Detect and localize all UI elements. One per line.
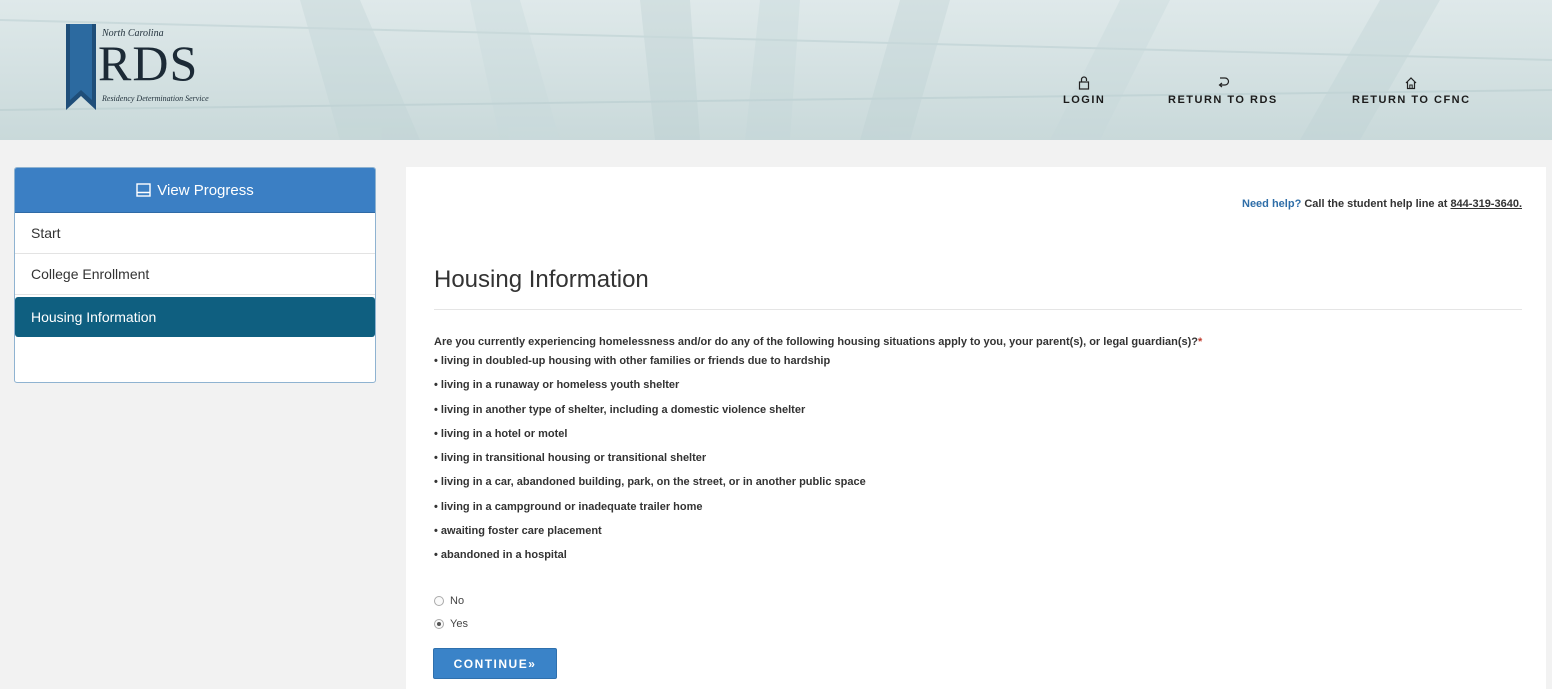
list-item: living in a hotel or motel xyxy=(434,428,866,453)
login-label: LOGIN xyxy=(1063,94,1106,106)
radio-option-no[interactable]: No xyxy=(434,595,464,607)
list-item: living in a campground or inadequate tra… xyxy=(434,501,866,526)
radio-no-label: No xyxy=(450,595,465,607)
lock-icon xyxy=(1079,76,1090,90)
sidebar-item-label: Start xyxy=(31,225,61,241)
sidebar-item-start[interactable]: Start xyxy=(15,213,375,254)
progress-sidebar: View Progress Start College Enrollment H… xyxy=(14,167,376,383)
page-title: Housing Information xyxy=(434,266,649,293)
need-help-link[interactable]: Need help? xyxy=(1242,198,1301,210)
list-item: awaiting foster care placement xyxy=(434,526,866,550)
list-item: living in transitional housing or transi… xyxy=(434,453,866,477)
radio-option-yes[interactable]: Yes xyxy=(434,618,468,630)
situation-list: living in doubled-up housing with other … xyxy=(434,355,866,575)
sidebar-item-label: College Enrollment xyxy=(31,266,150,282)
site-header: North Carolina RDS Residency Determinati… xyxy=(0,0,1552,140)
housing-question: Are you currently experiencing homelessn… xyxy=(434,336,1202,348)
return-arrow-icon xyxy=(1218,77,1229,88)
home-icon xyxy=(1405,77,1417,90)
view-progress-label: View Progress xyxy=(157,181,254,199)
double-chevron-right-icon: » xyxy=(528,656,537,671)
help-text: Call the student help line at xyxy=(1301,198,1451,210)
continue-button[interactable]: CONTINUE» xyxy=(433,648,557,679)
logo-subtitle: Residency Determination Service xyxy=(102,94,209,103)
list-item: living in doubled-up housing with other … xyxy=(434,355,866,380)
sidebar-item-label: Housing Information xyxy=(31,309,157,325)
radio-yes-label: Yes xyxy=(450,618,468,630)
return-to-rds-label: RETURN TO RDS xyxy=(1168,94,1278,106)
view-progress-header[interactable]: View Progress xyxy=(15,168,375,213)
help-phone-link[interactable]: 844-319-3640. xyxy=(1450,198,1522,210)
sidebar-item-college-enrollment[interactable]: College Enrollment xyxy=(15,254,375,295)
radio-no[interactable] xyxy=(434,596,444,606)
logo-title: RDS xyxy=(98,35,199,91)
radio-yes[interactable] xyxy=(434,619,444,629)
progress-icon xyxy=(136,183,151,197)
list-item: living in a runaway or homeless youth sh… xyxy=(434,380,866,404)
login-link[interactable]: LOGIN xyxy=(1063,76,1105,106)
continue-label: CONTINUE xyxy=(453,656,529,671)
return-to-cfnc-link[interactable]: RETURN TO CFNC xyxy=(1352,76,1471,106)
list-item: living in another type of shelter, inclu… xyxy=(434,404,866,429)
main-panel: Need help? Call the student help line at… xyxy=(406,167,1546,689)
required-marker: * xyxy=(1198,336,1203,348)
help-line: Need help? Call the student help line at… xyxy=(1242,198,1522,210)
rds-logo[interactable]: North Carolina RDS Residency Determinati… xyxy=(62,22,252,112)
return-to-rds-link[interactable]: RETURN TO RDS xyxy=(1168,76,1278,106)
list-item: living in a car, abandoned building, par… xyxy=(434,477,866,501)
list-item: abandoned in a hospital xyxy=(434,550,866,574)
sidebar-item-housing-information[interactable]: Housing Information xyxy=(15,297,375,337)
return-to-cfnc-label: RETURN TO CFNC xyxy=(1352,94,1471,106)
ribbon-icon xyxy=(66,24,96,110)
question-text: Are you currently experiencing homelessn… xyxy=(434,336,1199,348)
title-divider xyxy=(434,309,1522,310)
